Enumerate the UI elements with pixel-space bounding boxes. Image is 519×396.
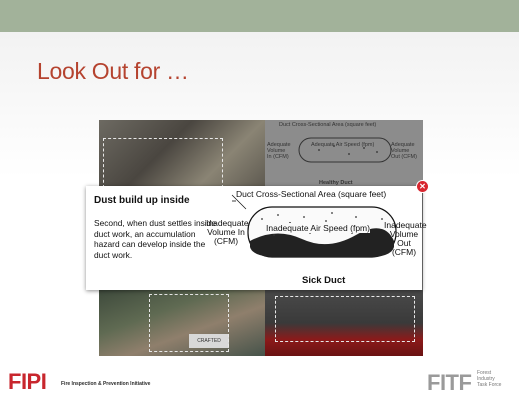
sick-area-label: Duct Cross-Sectional Area (square feet) (236, 189, 387, 199)
sick-in-label: Inadequate Volume In (CFM) (206, 218, 249, 246)
healthy-area-label: Duct Cross-Sectional Area (square feet) (279, 122, 377, 128)
fitf-line-3: Task Force (477, 382, 502, 388)
fitf-logo: FITF (427, 370, 472, 395)
highlight-box-bottom-left (149, 294, 229, 352)
healthy-out-label: Adequate Volume Out (CFM) (391, 142, 417, 160)
photo-healthy-duct-diagram: Duct Cross-Sectional Area (square feet) … (265, 120, 423, 190)
header-bar (0, 0, 519, 32)
slide-title: Look Out for … (37, 58, 189, 84)
highlight-box-top-left (103, 138, 223, 188)
healthy-speed-label: Adequate Air Speed (fpm) (311, 142, 375, 148)
popup-title: Dust build up inside (94, 195, 190, 206)
fipi-tagline: Fire Inspection & Prevention Initiative (61, 381, 151, 387)
sick-out-label: Inadequate Volume Out (CFM) (384, 220, 427, 257)
sick-speed-label: Inadequate Air Speed (fpm) (266, 223, 370, 233)
popup-body: Second, when dust settles inside duct wo… (94, 218, 216, 260)
sick-duct-diagram: Duct Cross-Sectional Area (square feet) … (206, 189, 427, 287)
close-icon[interactable]: ✕ (417, 181, 428, 192)
sick-caption: Sick Duct (302, 275, 346, 286)
healthy-in-label: Adequate Volume In (CFM) (267, 142, 291, 160)
fitf-tagline: Forest Industry Task Force (477, 370, 501, 388)
fipi-logo: FIPI (8, 369, 47, 394)
highlight-box-bottom-right (275, 296, 415, 342)
